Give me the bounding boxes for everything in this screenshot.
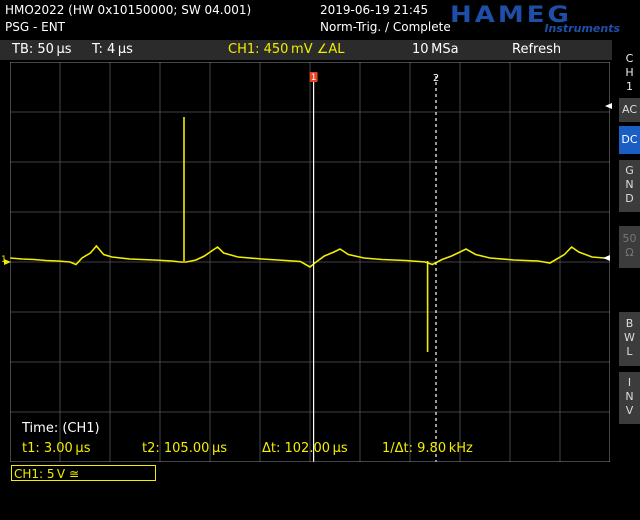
gnd-g: G bbox=[625, 164, 634, 177]
measure-t2: t2: 105.00 µs bbox=[142, 441, 228, 456]
measure-frequency: 1/Δt: 9.80 kHz bbox=[382, 441, 473, 456]
bandwidth-limit-button[interactable]: B W L bbox=[619, 312, 640, 366]
inv-v: V bbox=[625, 404, 634, 417]
grid-lines bbox=[10, 62, 610, 462]
measure-title: Time: (CH1) bbox=[22, 421, 100, 436]
device-mode: PSG - ENT bbox=[5, 20, 65, 34]
impedance-50-ohm-button[interactable]: 50 Ω bbox=[619, 226, 640, 268]
bwl-b: B bbox=[625, 317, 634, 330]
coupling-ac-button[interactable]: AC bbox=[619, 98, 640, 122]
channel-scale-badge[interactable]: CH1: 5 V ≅ bbox=[11, 465, 156, 481]
gnd-d: D bbox=[625, 192, 634, 205]
bwl-l: L bbox=[626, 345, 633, 358]
brand-tagline: Instruments bbox=[544, 22, 620, 35]
bwl-w: W bbox=[624, 331, 635, 344]
datetime: 2019-06-19 21:45 bbox=[320, 3, 429, 17]
trigger-time-setting[interactable]: T: 4 µs bbox=[92, 42, 133, 58]
gnd-n: N bbox=[625, 178, 634, 191]
acquisition-mode[interactable]: Refresh bbox=[512, 42, 561, 58]
trigger-status: Norm-Trig. / Complete bbox=[320, 20, 451, 34]
cursor-2-label[interactable]: 2 bbox=[433, 73, 439, 84]
inv-i: I bbox=[627, 376, 632, 389]
device-model: HMO2022 (HW 0x10150000; SW 04.001) bbox=[5, 3, 252, 17]
side-channel-h: H bbox=[625, 66, 634, 79]
scope-display[interactable]: 1 2 bbox=[10, 62, 610, 462]
measure-delta-t: Δt: 102.00 µs bbox=[262, 441, 348, 456]
sample-rate: 10 MSa bbox=[412, 42, 459, 57]
cursor-1-marker[interactable]: 1 bbox=[309, 72, 318, 83]
inv-n: N bbox=[625, 390, 634, 403]
side-channel-label: C H 1 bbox=[619, 50, 640, 94]
trace-spikes bbox=[183, 117, 429, 352]
gnd-button[interactable]: G N D bbox=[619, 160, 640, 212]
channel-trigger-setting[interactable]: CH1: 450 mV ∠AL bbox=[228, 42, 345, 58]
trigger-level-arrow-icon[interactable] bbox=[602, 254, 610, 262]
offset-up-arrow-icon bbox=[605, 103, 612, 109]
ohm-value: 50 bbox=[622, 232, 637, 245]
measure-t1: t1: 3.00 µs bbox=[22, 441, 91, 456]
side-channel-c: C bbox=[625, 52, 634, 65]
coupling-dc-button[interactable]: DC bbox=[619, 126, 640, 154]
side-channel-1: 1 bbox=[626, 80, 633, 93]
timebase-setting[interactable]: TB: 50 µs bbox=[12, 42, 72, 58]
ohm-symbol: Ω bbox=[625, 246, 634, 259]
brand-logo: HAMEG Instruments bbox=[450, 2, 630, 38]
cursor-1-label: 1 bbox=[311, 73, 317, 83]
ground-arrow-icon bbox=[4, 259, 11, 265]
invert-button[interactable]: I N V bbox=[619, 372, 640, 424]
